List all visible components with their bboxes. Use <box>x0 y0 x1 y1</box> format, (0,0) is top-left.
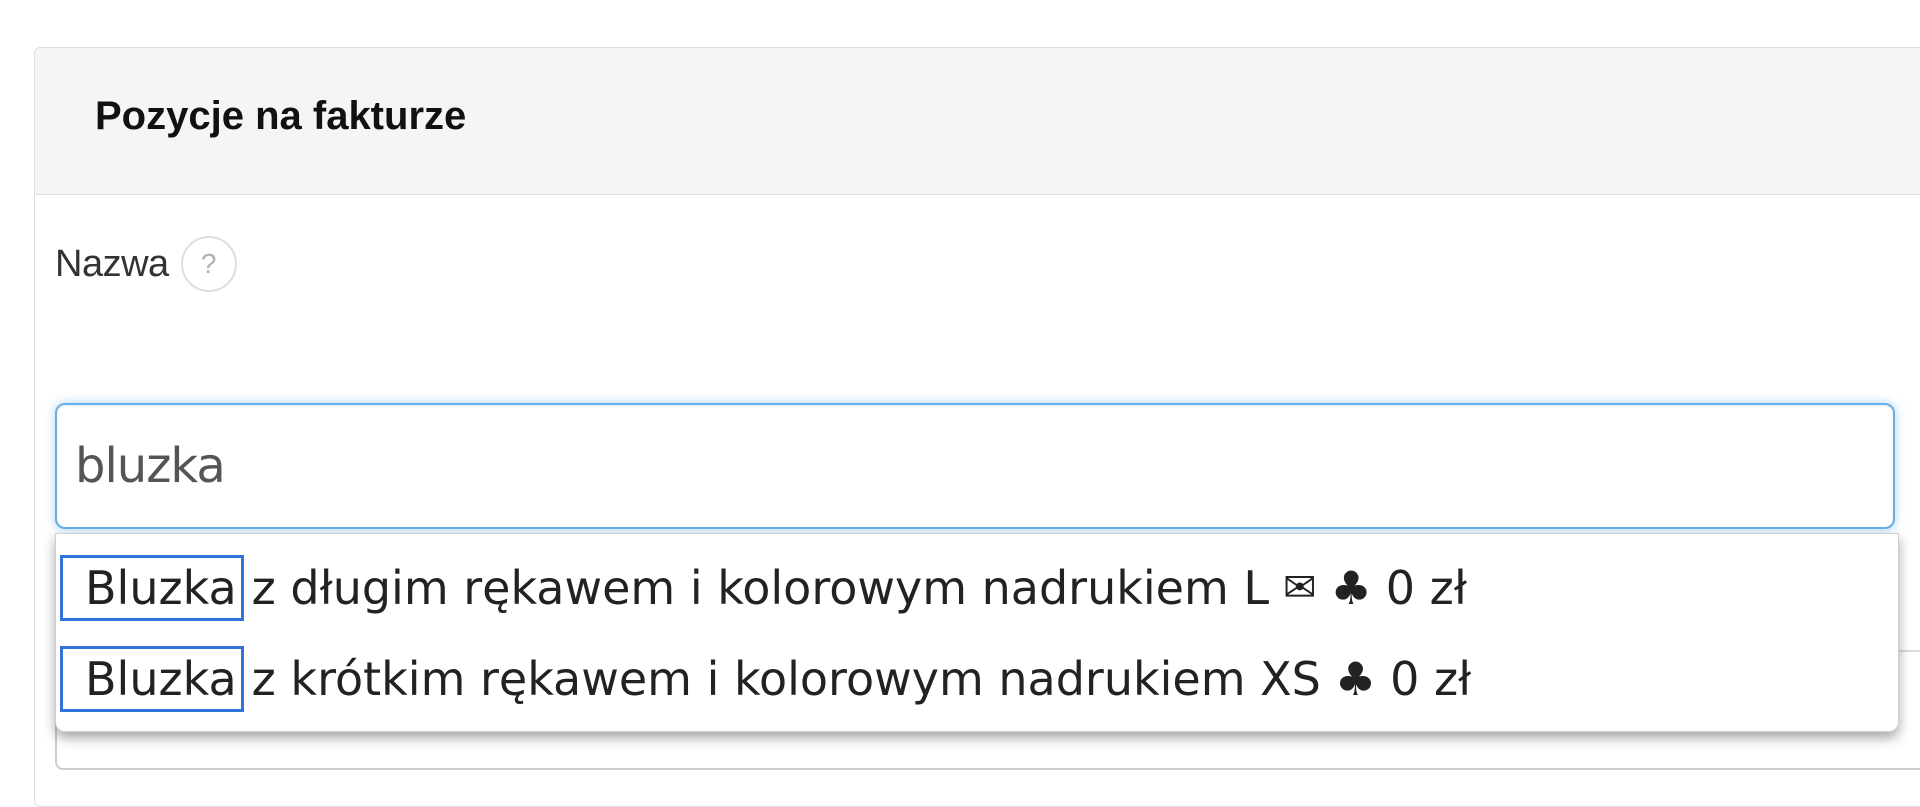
panel-heading: Pozycje na fakturze <box>35 48 1920 195</box>
suggestion-price: 0 zł <box>1385 561 1467 615</box>
club-icon: ♣ <box>1334 652 1377 706</box>
panel-title: Pozycje na fakturze <box>95 94 467 138</box>
suggestion-item[interactable]: Bluzka z krótkim rękawem i kolorowym nad… <box>60 645 1471 713</box>
name-field-label: Nazwa <box>55 242 169 285</box>
autocomplete-dropdown: Bluzka z długim rękawem i kolorowym nadr… <box>55 533 1899 732</box>
name-field-label-group: Nazwa ? <box>55 236 237 292</box>
suggestion-text: z długim rękawem i kolorowym nadrukiem L <box>251 561 1270 615</box>
name-search-input[interactable] <box>55 403 1895 529</box>
suggestion-match-highlight: Bluzka <box>60 555 244 621</box>
suggestion-match-highlight: Bluzka <box>60 646 244 712</box>
club-icon: ♣ <box>1330 561 1372 615</box>
suggestion-text: z krótkim rękawem i kolorowym nadrukiem … <box>251 652 1321 706</box>
help-icon[interactable]: ? <box>180 236 237 292</box>
envelope-icon: ✉ <box>1283 565 1317 611</box>
suggestion-item[interactable]: Bluzka z długim rękawem i kolorowym nadr… <box>60 554 1467 622</box>
suggestion-price: 0 zł <box>1390 652 1472 706</box>
